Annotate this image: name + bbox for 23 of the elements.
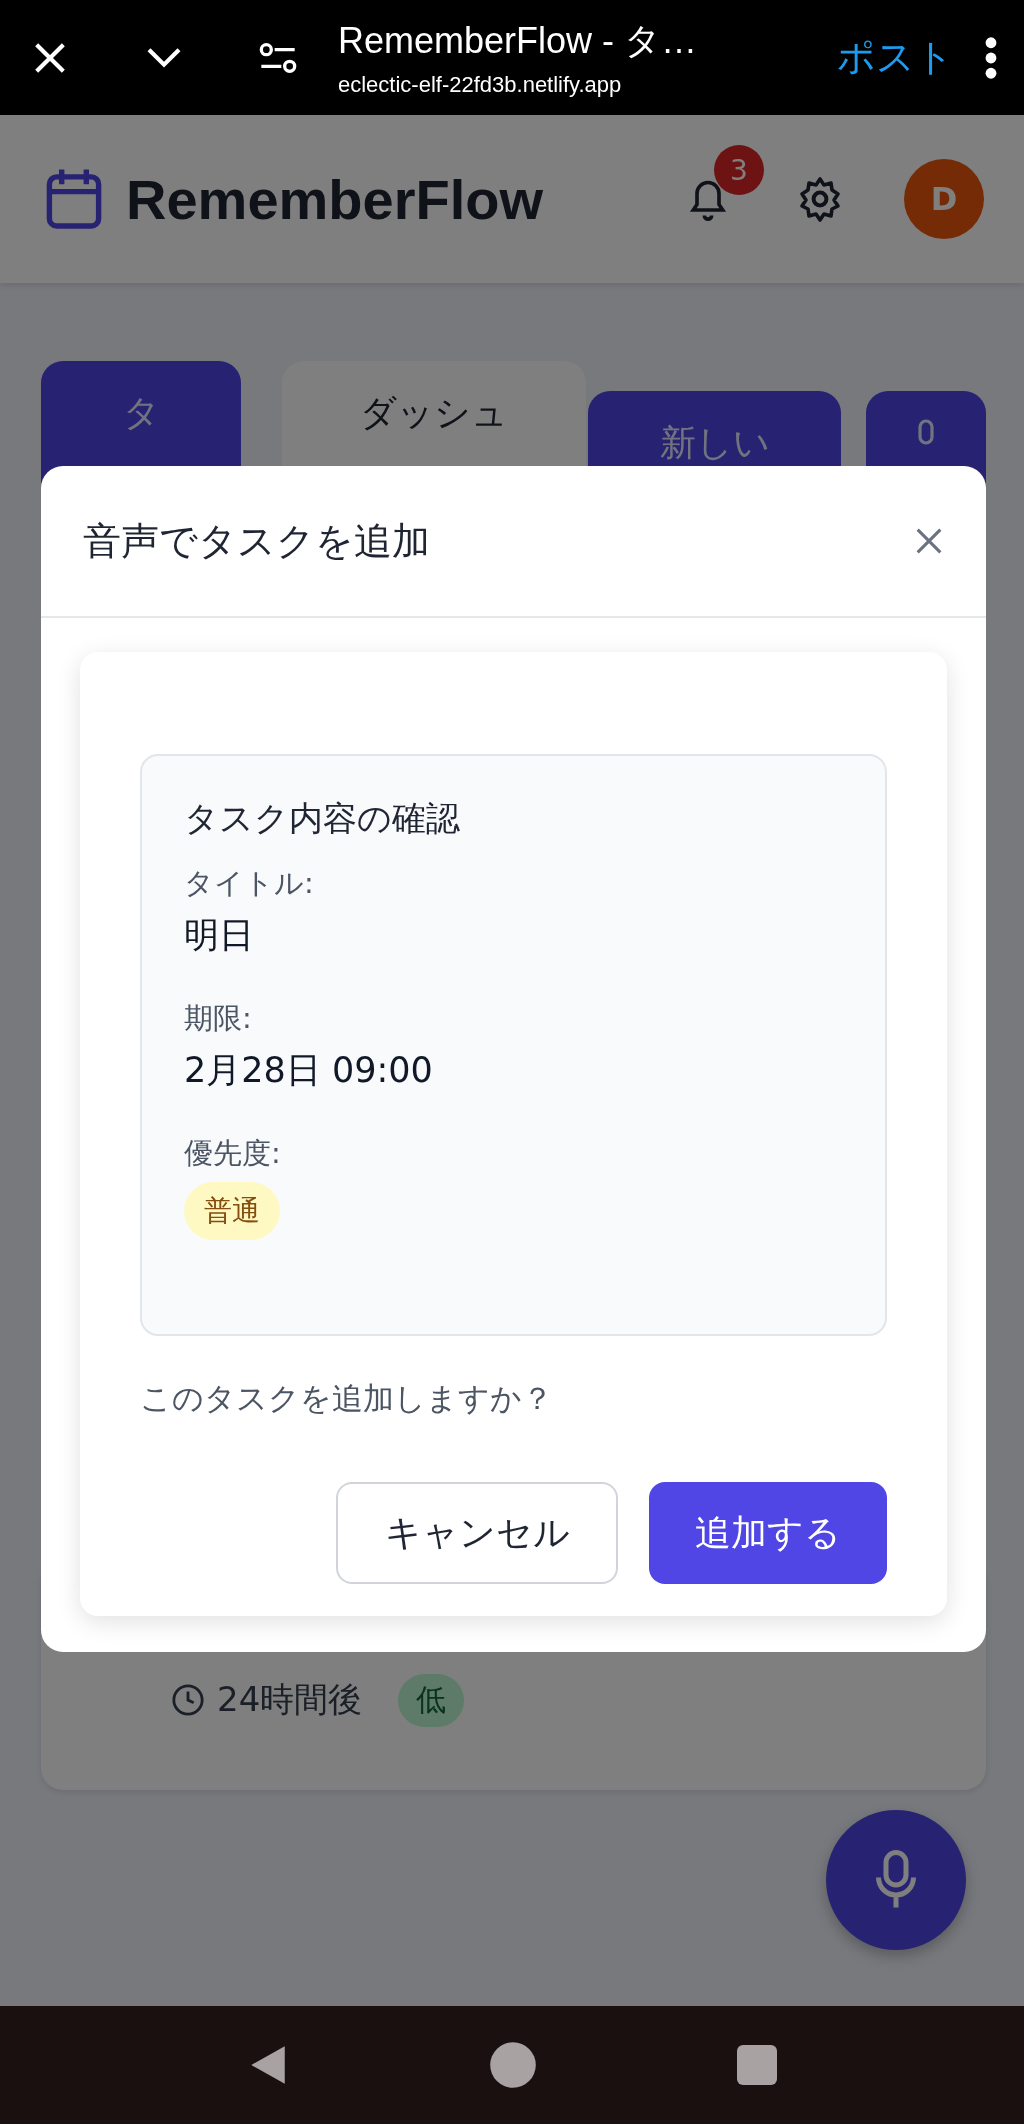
field-label: 期限: <box>184 1000 253 1037</box>
add-button[interactable]: 追加する <box>649 1482 887 1584</box>
priority-badge: 低 <box>398 1673 465 1727</box>
field-label: 優先度: <box>184 1135 282 1172</box>
field-label: タイトル: <box>184 865 315 902</box>
priority-badge: 普通 <box>184 1182 280 1240</box>
modal-title: 音声でタスクを追加 <box>83 517 430 565</box>
post-link[interactable]: ポスト <box>837 32 954 83</box>
settings-sliders-icon[interactable] <box>258 40 298 75</box>
due-time: 24時間後 <box>217 1678 363 1721</box>
notification-badge: 3 <box>714 145 764 195</box>
clock-icon <box>171 1683 205 1717</box>
cancel-button[interactable]: キャンセル <box>336 1482 618 1584</box>
field-value: 明日 <box>184 914 255 957</box>
app-name: RememberFlow <box>126 166 543 232</box>
confirm-question: このタスクを追加しますか？ <box>140 1379 554 1418</box>
page-url: eclectic-elf-22fd3b.netlify.app <box>338 72 623 98</box>
page-title: RememberFlow - タ… <box>338 19 699 63</box>
home-icon[interactable] <box>489 2041 537 2089</box>
calendar-icon <box>44 167 104 231</box>
field-value: 2月28日 09:00 <box>184 1049 434 1092</box>
summary-title: タスク内容の確認 <box>184 797 461 840</box>
more-icon[interactable] <box>984 35 998 80</box>
